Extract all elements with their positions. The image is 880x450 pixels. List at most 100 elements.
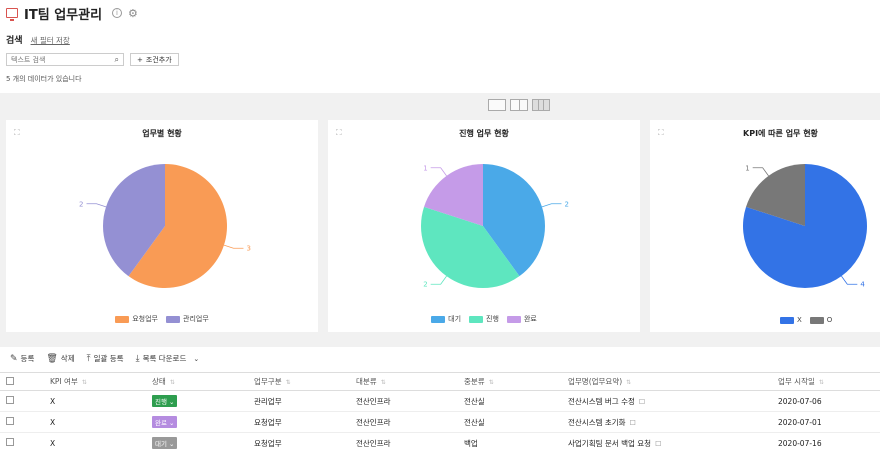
legend-label: 완료 — [523, 315, 537, 323]
download-list-button[interactable]: ⤓ 목록 다운로드 ⌄ — [136, 353, 200, 364]
table-row[interactable]: X 대기 ⌄ 요청업무 전산인프라 백업 사업기획팀 문서 백업 요청 ☐ 202… — [0, 432, 880, 450]
pie-label-line — [541, 203, 562, 208]
chart-legend: 대기 진행 완료 — [328, 314, 640, 324]
table-row[interactable]: X 진행 ⌄ 관리업무 전산인프라 전산실 전산시스템 버그 수정 ☐ 2020-… — [0, 390, 880, 412]
legend-item[interactable]: O — [809, 316, 833, 324]
type-cell: 요청업무 — [250, 432, 352, 450]
pie-value-label: 1 — [423, 164, 427, 172]
col-header[interactable]: 대분류 ⇅ — [352, 372, 460, 391]
col-header[interactable]: KPI 여부 ⇅ — [46, 372, 148, 391]
sort-icon: ⇅ — [626, 379, 632, 386]
search-icon[interactable]: ⌕ — [115, 55, 119, 65]
layout-toggles — [488, 99, 550, 111]
legend-item[interactable]: 진행 — [469, 314, 499, 324]
legend-item[interactable]: X — [780, 316, 802, 324]
status-cell: 완료 ⌄ — [148, 411, 250, 433]
bulk-register-button[interactable]: ⤒ 일괄 등록 — [87, 353, 124, 364]
add-condition-label: 조건추가 — [145, 55, 172, 64]
kpi-cell: X — [46, 432, 148, 450]
pie-label-line — [430, 275, 447, 285]
monitor-icon — [6, 8, 18, 21]
search-row: 검색 새 필터 저장 — [6, 33, 70, 46]
sort-icon: ⇅ — [380, 379, 386, 386]
select-all-cell — [0, 372, 46, 391]
col-header[interactable]: 중분류 ⇅ — [460, 372, 564, 391]
row-checkbox[interactable] — [6, 438, 14, 446]
chart-legend: XO — [650, 316, 880, 324]
legend-swatch — [166, 315, 180, 323]
layout-three-column-button[interactable] — [532, 99, 550, 111]
table-header-row: KPI 여부 ⇅ 상태 ⇅ 업무구분 ⇅ 대분류 ⇅ 중분류 ⇅ 업무명(업무요약) ⇅ 업… — [0, 372, 880, 391]
chart-panel-task-type: ⛶ 업무별 현황 32 요청업무 관리업무 — [6, 120, 318, 332]
legend-swatch — [506, 315, 521, 323]
start-date-cell: 2020-07-06 — [774, 390, 880, 412]
row-checkbox[interactable] — [6, 417, 14, 425]
col-header[interactable]: 업무명(업무요약) ⇅ — [564, 372, 774, 391]
col-header[interactable]: 업무 시작일 ⇅ — [774, 372, 880, 391]
comment-icon: ☐ — [638, 397, 646, 406]
layout-one-column-button[interactable] — [488, 99, 506, 111]
status-badge[interactable]: 대기 ⌄ — [152, 437, 178, 449]
legend-item[interactable]: 완료 — [506, 314, 537, 324]
type-cell: 요청업무 — [250, 411, 352, 433]
pie-value-label: 3 — [246, 245, 250, 253]
sort-icon: ⇅ — [285, 379, 291, 386]
task-table: KPI 여부 ⇅ 상태 ⇅ 업무구분 ⇅ 대분류 ⇅ 중분류 ⇅ 업무명(업무요약) ⇅ 업… — [0, 372, 880, 450]
legend-label: 관리업무 — [183, 315, 209, 323]
pie-label-line — [223, 244, 244, 249]
save-filter-link[interactable]: 새 필터 저장 — [31, 35, 70, 46]
pie-value-label: 2 — [423, 281, 427, 289]
chart-panel-progress: ⛶ 진행 업무 현황 221 대기 진행 완료 — [328, 120, 640, 332]
legend-label: X — [797, 316, 802, 324]
chart-panel-kpi: ⛶ KPI에 따른 업무 현황 41 XO — [650, 120, 880, 332]
col-header[interactable]: 업무구분 ⇅ — [250, 372, 352, 391]
delete-button[interactable]: 🗑 삭제 — [46, 353, 74, 364]
gear-icon[interactable]: ⚙ — [128, 7, 138, 20]
legend-swatch — [809, 316, 824, 324]
status-badge[interactable]: 진행 ⌄ — [152, 395, 178, 407]
pie-chart-svg: 2 2 1 — [421, 164, 569, 289]
select-all-checkbox[interactable] — [6, 376, 14, 385]
minor-cell: 백업 — [460, 432, 564, 450]
status-badge[interactable]: 완료 ⌄ — [152, 416, 178, 428]
plus-icon: + — [137, 55, 143, 64]
legend-item[interactable]: 요청업무 — [115, 314, 158, 324]
minor-cell: 전산실 — [460, 390, 564, 412]
register-button[interactable]: ✎ 등록 — [10, 353, 34, 364]
kpi-cell: X — [46, 390, 148, 412]
pie-label-line — [752, 167, 769, 177]
layout-two-column-button[interactable] — [510, 99, 528, 111]
row-select-cell — [0, 432, 46, 450]
legend-item[interactable]: 대기 — [431, 314, 461, 324]
download-icon: ⤓ — [135, 353, 140, 364]
add-condition-button[interactable]: + 조건추가 — [130, 53, 179, 66]
pie-label-line — [841, 275, 858, 285]
task-name-cell[interactable]: 전산시스템 초기화 ☐ — [564, 411, 774, 433]
legend-label: 대기 — [448, 315, 462, 323]
row-checkbox[interactable] — [6, 396, 14, 404]
row-select-cell — [0, 390, 46, 412]
legend-label: O — [826, 316, 833, 324]
pie-label-line — [430, 167, 447, 177]
search-label: 검색 — [6, 36, 23, 46]
page-header: IT팀 업무관리 i ⚙ — [6, 4, 138, 23]
search-input[interactable] — [11, 55, 111, 64]
kpi-cell: X — [46, 411, 148, 433]
info-icon[interactable]: i — [112, 8, 123, 18]
legend-item[interactable]: 관리업무 — [166, 314, 209, 324]
pie-value-label: 4 — [860, 281, 865, 289]
trash-icon: 🗑 — [46, 353, 58, 364]
comment-icon: ☐ — [629, 418, 636, 427]
legend-label: 진행 — [486, 315, 499, 323]
col-header[interactable]: 상태 ⇅ — [148, 372, 250, 391]
legend-swatch — [780, 316, 794, 324]
table-row[interactable]: X 완료 ⌄ 요청업무 전산인프라 전산실 전산시스템 초기화 ☐ 2020-07… — [0, 411, 880, 433]
status-cell: 진행 ⌄ — [148, 390, 250, 412]
pie-chart-svg: 41 — [743, 164, 867, 289]
sort-icon: ⇅ — [169, 379, 175, 386]
pie-value-label: 2 — [79, 200, 83, 208]
pie-label-line — [86, 203, 107, 208]
search-box[interactable]: ⌕ — [6, 53, 124, 66]
task-name-cell[interactable]: 전산시스템 버그 수정 ☐ — [564, 390, 774, 412]
task-name-cell[interactable]: 사업기획팀 문서 백업 요청 ☐ — [564, 432, 774, 450]
